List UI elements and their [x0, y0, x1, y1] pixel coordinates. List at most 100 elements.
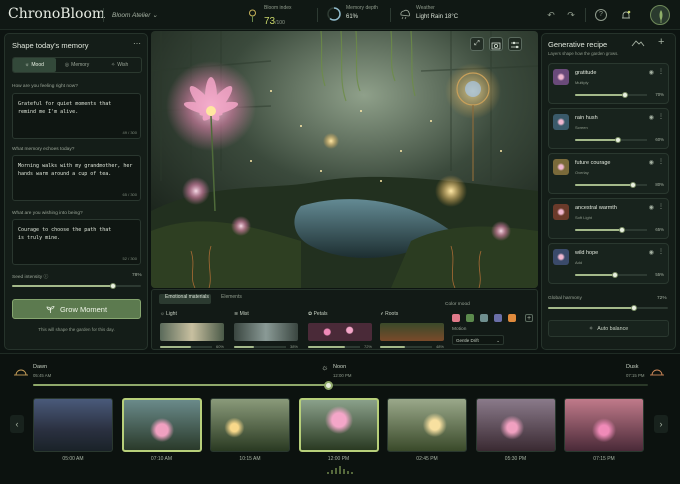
material-petals-slider[interactable]	[308, 346, 360, 348]
material-mist-slider[interactable]	[234, 346, 286, 348]
seed-slider[interactable]	[12, 283, 141, 289]
undo-icon[interactable]: ↶	[545, 9, 557, 21]
harmony-slider[interactable]	[548, 305, 668, 311]
color-swatch[interactable]	[494, 314, 502, 322]
tab-wish[interactable]: ✧ Wish	[98, 58, 141, 72]
layer-opacity-pct: 70%	[655, 92, 664, 97]
prev-frame-button[interactable]: ‹	[10, 415, 24, 433]
color-swatch[interactable]	[452, 314, 460, 322]
material-petals[interactable]: ✿ Petals 72%	[308, 311, 372, 349]
layer-opacity-handle[interactable]	[615, 137, 622, 143]
harmony-value: 72%	[657, 296, 667, 301]
recipe-layer[interactable]: future courage Overlay ◉ ⋮ 80%	[548, 153, 669, 194]
memory-textarea[interactable]: Morning walks with my grandmother, her h…	[12, 155, 141, 201]
layer-opacity-slider[interactable]	[575, 92, 647, 98]
noon-time: 12:00 PM	[333, 373, 352, 378]
layer-opacity-pct: 80%	[655, 182, 664, 187]
layer-opacity-slider[interactable]	[575, 137, 647, 143]
noon-label: Noon	[333, 364, 347, 370]
eye-icon[interactable]: ◉	[649, 249, 654, 256]
camera-icon[interactable]	[489, 37, 503, 51]
eye-icon[interactable]: ◉	[649, 204, 654, 211]
avatar[interactable]	[650, 5, 670, 25]
material-mist[interactable]: ≋ Mist 38%	[234, 311, 298, 349]
motion-label: Motion	[452, 327, 467, 332]
color-swatch[interactable]	[480, 314, 488, 322]
workspace-selector[interactable]: Bloom Atelier ⌄	[112, 11, 158, 19]
feeling-text: Grateful for quiet moments that remind m…	[18, 101, 112, 115]
tab-wish-label: Wish	[117, 62, 129, 68]
redo-icon[interactable]: ↷	[565, 9, 577, 21]
seed-slider-handle[interactable]	[109, 283, 116, 289]
time-scrubber[interactable]	[33, 380, 648, 390]
eye-icon[interactable]: ◉	[649, 114, 654, 121]
frame-time: 07:10 AM	[150, 456, 173, 462]
color-swatch[interactable]	[466, 314, 474, 322]
layer-opacity-handle[interactable]	[629, 182, 636, 188]
frame-time: 07:15 PM	[593, 456, 615, 462]
more-options-icon[interactable]: ⋮	[658, 248, 664, 255]
add-color-icon[interactable]: +	[525, 314, 533, 322]
timeline-frame[interactable]	[298, 398, 379, 452]
frame-time: 05:00 AM	[62, 456, 84, 462]
help-icon[interactable]: ?	[595, 9, 607, 21]
next-frame-button[interactable]: ›	[654, 415, 668, 433]
more-options-icon[interactable]: ⋮	[658, 158, 664, 165]
timeline-frame[interactable]	[475, 398, 556, 452]
layer-opacity-slider[interactable]	[575, 272, 647, 278]
recipe-layer[interactable]: ancestral warmth Soft Light ◉ ⋮ 65%	[548, 198, 669, 239]
dusk-time: 07:15 PM	[626, 373, 645, 378]
eye-icon[interactable]: ◉	[649, 159, 654, 166]
timeline-frame[interactable]	[121, 398, 202, 452]
recipe-layer[interactable]: wild hope Add ◉ ⋮ 55%	[548, 243, 669, 284]
material-light-slider[interactable]	[160, 346, 212, 348]
timeline-frame[interactable]	[387, 398, 467, 452]
motion-select[interactable]: Gentle Drift ⌄	[452, 335, 504, 345]
material-roots[interactable]: ⸙ Roots 48%	[380, 311, 444, 349]
color-swatch[interactable]	[508, 314, 516, 322]
timeline-frame[interactable]	[210, 398, 290, 452]
add-layer-icon[interactable]: +	[658, 36, 664, 48]
recipe-layer[interactable]: gratitude Multiply ◉ ⋮ 70%	[548, 63, 669, 104]
wish-textarea[interactable]: Courage to choose the path that is truly…	[12, 219, 141, 265]
more-options-icon[interactable]: ⋮	[658, 113, 664, 120]
timeline-frame[interactable]	[564, 398, 644, 452]
grow-moment-button[interactable]: Grow Moment	[12, 299, 141, 319]
time-scrubber-handle[interactable]	[323, 380, 333, 390]
more-options-icon[interactable]: ⋯	[133, 39, 141, 48]
layer-opacity-handle[interactable]	[611, 272, 618, 278]
settings-sliders-icon[interactable]	[508, 37, 522, 51]
layer-opacity-slider[interactable]	[575, 182, 647, 188]
recipe-layer[interactable]: rain hush Screen ◉ ⋮ 60%	[548, 108, 669, 149]
info-icon: ⓘ	[43, 275, 49, 280]
seed-label-text: Seed intensity	[12, 275, 43, 280]
layer-opacity-slider[interactable]	[575, 227, 647, 233]
sunrise-icon	[14, 369, 28, 376]
more-options-icon[interactable]: ⋮	[658, 203, 664, 210]
layer-opacity-handle[interactable]	[618, 227, 625, 233]
material-roots-slider[interactable]	[380, 346, 432, 348]
tab-mood[interactable]: ☼ Mood	[13, 58, 56, 72]
roots-icon: ⸙	[380, 311, 384, 317]
material-light[interactable]: ☼ Light 60%	[160, 311, 224, 349]
material-mist-thumb	[234, 323, 298, 341]
mountain-icon[interactable]	[631, 39, 645, 47]
layer-name: rain hush	[575, 115, 598, 121]
garden-scene-canvas[interactable]: ⤢	[151, 31, 538, 288]
feeling-textarea[interactable]: Grateful for quiet moments that remind m…	[12, 93, 141, 139]
timeline-frame[interactable]	[33, 398, 113, 452]
memory-text: Morning walks with my grandmother, her h…	[18, 163, 133, 177]
eye-icon[interactable]: ◉	[649, 69, 654, 76]
material-roots-pct: 48%	[435, 344, 444, 349]
more-options-icon[interactable]: ⋮	[658, 68, 664, 75]
material-light-thumb	[160, 323, 224, 341]
frame-time: 05:30 PM	[504, 456, 527, 462]
tab-elements[interactable]: Elements	[221, 294, 242, 300]
bloom-value: 73	[264, 16, 276, 27]
expand-icon[interactable]: ⤢	[470, 37, 484, 51]
auto-balance-button[interactable]: ✧ Auto balance	[548, 320, 669, 337]
tab-memory[interactable]: ◎ Memory	[56, 58, 99, 72]
material-petals-name: Petals	[313, 311, 328, 317]
bell-icon[interactable]	[620, 9, 632, 21]
layer-opacity-handle[interactable]	[622, 92, 629, 98]
